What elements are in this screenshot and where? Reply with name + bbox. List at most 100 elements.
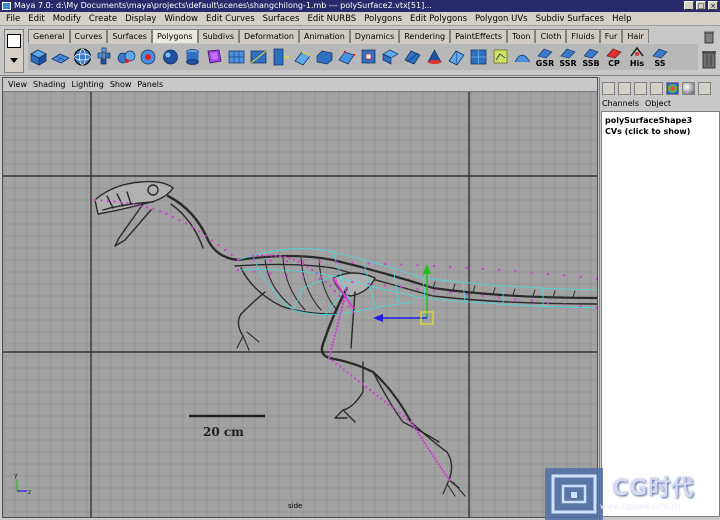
separate-icon[interactable] xyxy=(138,46,159,68)
shelf-tab-fluids[interactable]: Fluids xyxy=(566,29,600,43)
shelf-tab-cloth[interactable]: Cloth xyxy=(535,29,567,43)
bevel-icon[interactable] xyxy=(314,46,335,68)
tool-settings-icon[interactable] xyxy=(634,81,647,95)
vertex-point xyxy=(297,260,300,263)
side-viewport[interactable]: View Shading Lighting Show Panels 20 cm … xyxy=(2,77,598,518)
trash-can-icon[interactable] xyxy=(700,48,718,70)
shelf-tab-curves[interactable]: Curves xyxy=(69,29,108,43)
shelf-tab-painteffects[interactable]: PaintEffects xyxy=(450,29,508,43)
vertex-point xyxy=(211,239,213,242)
poly-plane-icon[interactable] xyxy=(50,46,71,68)
smooth-icon[interactable] xyxy=(160,46,181,68)
mirror-geometry-icon[interactable] xyxy=(226,46,247,68)
menu-window[interactable]: Window xyxy=(160,14,202,24)
vertex-point xyxy=(198,230,200,233)
shelf-menu-button[interactable] xyxy=(4,29,24,73)
shelf-tab-surfaces[interactable]: Surfaces xyxy=(107,29,152,43)
panel-menu-shading[interactable]: Shading xyxy=(30,80,69,89)
menu-display[interactable]: Display xyxy=(121,14,160,24)
cvs-toggle[interactable]: CVs (click to show) xyxy=(605,126,716,137)
poly-sphere-icon[interactable] xyxy=(72,46,93,68)
vertex-point xyxy=(395,409,398,412)
history-icon[interactable]: His xyxy=(626,46,648,68)
menu-edit[interactable]: Edit xyxy=(24,14,48,24)
channel-box-toggle-icon[interactable] xyxy=(602,81,615,95)
attribute-editor-icon[interactable] xyxy=(618,81,631,95)
menu-polygons[interactable]: Polygons xyxy=(360,14,406,24)
menu-modify[interactable]: Modify xyxy=(49,14,85,24)
create-uvs-icon[interactable] xyxy=(490,46,511,68)
shelf-trash-icon[interactable] xyxy=(702,30,716,44)
channel-box-toolbar xyxy=(600,79,720,97)
panel-menu-panels[interactable]: Panels xyxy=(134,80,166,89)
vertex-point xyxy=(357,380,360,383)
vertex-point xyxy=(120,201,122,204)
shelf-tab-polygons[interactable]: Polygons xyxy=(151,29,198,43)
vertex-point xyxy=(113,200,116,203)
shape-node-name[interactable]: polySurfaceShape3 xyxy=(605,115,716,126)
viewport-scene[interactable]: 20 cm y z xyxy=(3,92,597,517)
shelf-tab-rendering[interactable]: Rendering xyxy=(399,29,451,43)
layer-editor-icon[interactable] xyxy=(650,81,663,95)
vertex-point xyxy=(252,255,254,257)
extrude-edge-icon[interactable] xyxy=(292,46,313,68)
panel-menu-show[interactable]: Show xyxy=(107,80,135,89)
subdivide-icon[interactable] xyxy=(468,46,489,68)
panel-layout-icon[interactable] xyxy=(698,81,711,95)
vertex-point xyxy=(427,447,430,450)
cone-icon[interactable] xyxy=(424,46,445,68)
gsr-icon[interactable]: GSR xyxy=(534,46,556,68)
close-button[interactable]: × xyxy=(708,1,718,10)
append-polygon-icon[interactable] xyxy=(336,46,357,68)
delete-edge-icon[interactable] xyxy=(402,46,423,68)
shelf-tab-general[interactable]: General xyxy=(28,29,70,43)
shelf-tab-toon[interactable]: Toon xyxy=(507,29,536,43)
menu-surfaces[interactable]: Surfaces xyxy=(259,14,304,24)
ss-icon[interactable]: SS xyxy=(649,46,671,68)
channels-tab[interactable]: Channels xyxy=(602,99,639,108)
poly-torus-icon[interactable] xyxy=(94,46,115,68)
color-wheel-icon[interactable] xyxy=(666,81,679,95)
panel-menu-view[interactable]: View xyxy=(5,80,30,89)
ssr-icon[interactable]: SSR xyxy=(557,46,579,68)
sphere-shade-icon[interactable] xyxy=(682,81,695,95)
menu-subdiv-surfaces[interactable]: Subdiv Surfaces xyxy=(532,14,608,24)
collapse-icon[interactable] xyxy=(380,46,401,68)
menu-edit-nurbs[interactable]: Edit NURBS xyxy=(303,14,360,24)
shelf-tab-deformation[interactable]: Deformation xyxy=(239,29,299,43)
vertex-point xyxy=(285,260,288,263)
vertex-point xyxy=(320,276,323,279)
ssb-icon[interactable]: SSB xyxy=(580,46,602,68)
curved-surface-icon[interactable] xyxy=(512,46,533,68)
combine-icon[interactable] xyxy=(116,46,137,68)
vertex-point xyxy=(418,434,421,437)
menu-create[interactable]: Create xyxy=(85,14,121,24)
cylinder-icon[interactable] xyxy=(182,46,203,68)
menu-edit-curves[interactable]: Edit Curves xyxy=(202,14,259,24)
cp-icon[interactable]: CP xyxy=(603,46,625,68)
extrude-face-icon[interactable] xyxy=(270,46,291,68)
shelf-tab-dynamics[interactable]: Dynamics xyxy=(349,29,400,43)
panel-menu-lighting[interactable]: Lighting xyxy=(68,80,106,89)
menu-help[interactable]: Help xyxy=(608,14,635,24)
vertex-point xyxy=(337,322,339,324)
shelf-tab-animation[interactable]: Animation xyxy=(298,29,350,43)
shelf-tab-hair[interactable]: Hair xyxy=(622,29,649,43)
window-controls: _ □ × xyxy=(684,1,718,10)
object-tab[interactable]: Object xyxy=(645,99,671,108)
merge-vertices-icon[interactable] xyxy=(358,46,379,68)
vertex-point xyxy=(430,452,433,455)
menu-polygon-uvs[interactable]: Polygon UVs xyxy=(471,14,532,24)
shelf-tab-fur[interactable]: Fur xyxy=(599,29,623,43)
wedge-face-icon[interactable] xyxy=(446,46,467,68)
vertex-point xyxy=(514,270,517,273)
maximize-button[interactable]: □ xyxy=(696,1,706,10)
poly-cube-icon[interactable] xyxy=(28,46,49,68)
menu-edit-polygons[interactable]: Edit Polygons xyxy=(406,14,471,24)
vertex-point xyxy=(579,275,582,278)
boolean-icon[interactable] xyxy=(204,46,225,68)
menu-file[interactable]: File xyxy=(2,14,24,24)
split-polygon-icon[interactable] xyxy=(248,46,269,68)
shelf-tab-subdivs[interactable]: Subdivs xyxy=(197,29,240,43)
minimize-button[interactable]: _ xyxy=(684,1,694,10)
